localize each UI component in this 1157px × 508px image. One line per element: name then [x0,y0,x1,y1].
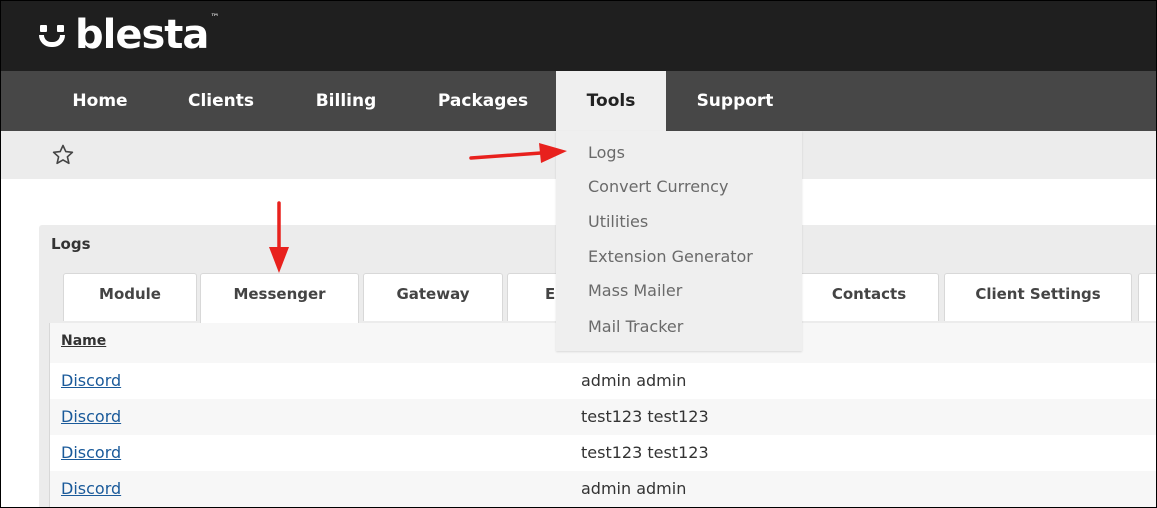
annotation-overlay [269,143,567,273]
app-window: blesta ™ Home Clients Billing Packages T… [0,0,1157,508]
arrow-to-messenger-icon [269,201,289,273]
arrow-to-logs-icon [469,143,567,163]
